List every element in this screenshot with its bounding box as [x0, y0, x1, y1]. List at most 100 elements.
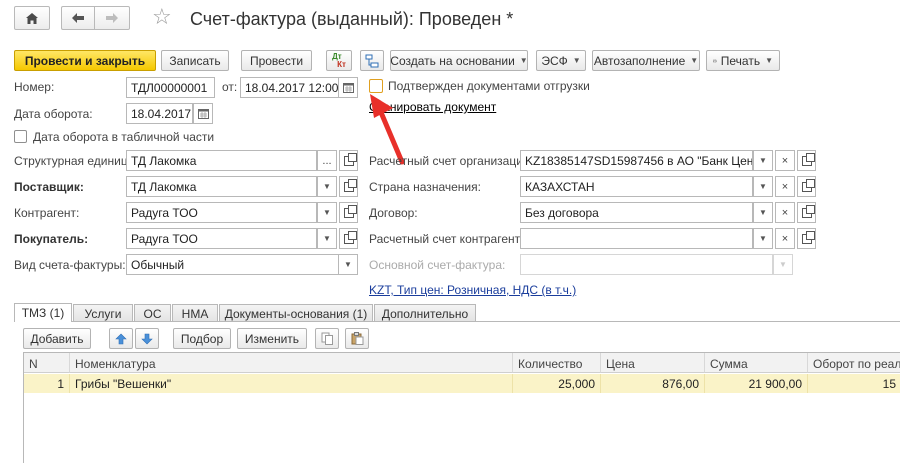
back-button[interactable]	[61, 6, 94, 30]
post-and-close-button[interactable]: Провести и закрыть	[14, 50, 156, 71]
country-open-button[interactable]	[797, 176, 816, 197]
structural-unit-open-button[interactable]	[339, 150, 358, 171]
row-number: 1	[24, 374, 70, 393]
move-down-button[interactable]	[135, 328, 159, 349]
copy-icon	[321, 332, 333, 345]
column-header-turnover[interactable]: Оборот по реализ	[808, 353, 900, 373]
open-icon	[343, 152, 357, 166]
invoice-type-label: Вид счета-фактуры:	[14, 258, 126, 272]
chevron-down-icon: ▼	[323, 182, 331, 191]
org-account-open-button[interactable]	[797, 150, 816, 171]
country-clear-button[interactable]: ×	[775, 176, 795, 197]
calendar-icon	[197, 108, 209, 119]
esf-button[interactable]: ЭСФ ▼	[536, 50, 586, 71]
confirmed-shipment-label: Подтвержден документами отгрузки	[388, 79, 590, 93]
country-label: Страна назначения:	[369, 180, 481, 194]
home-button[interactable]	[14, 6, 50, 30]
contract-dropdown-button[interactable]: ▼	[753, 202, 773, 223]
country-field[interactable]: КАЗАХСТАН	[520, 176, 753, 197]
structure-button[interactable]	[360, 50, 384, 71]
structural-unit-label: Структурная единица:	[14, 154, 138, 168]
arrow-down-icon	[141, 333, 153, 344]
arrow-right-icon	[106, 13, 118, 23]
invoice-type-dropdown-button[interactable]: ▼	[338, 254, 358, 275]
clear-icon: ×	[781, 232, 789, 245]
clear-icon: ×	[781, 206, 789, 219]
column-header-sum[interactable]: Сумма	[705, 353, 808, 373]
contract-field[interactable]: Без договора	[520, 202, 753, 223]
supplier-field[interactable]: ТД Лакомка	[126, 176, 317, 197]
chevron-down-icon: ▼	[759, 156, 767, 165]
org-account-field[interactable]: KZ18385147SD15987456 в АО "Банк ЦентрКре…	[520, 150, 753, 171]
dropdown-arrow-icon: ▼	[519, 56, 528, 65]
create-based-on-button[interactable]: Создать на основании ▼	[390, 50, 528, 71]
tab-fixed-assets[interactable]: ОС	[134, 304, 171, 322]
pick-button[interactable]: Подбор	[173, 328, 231, 349]
open-icon	[801, 204, 815, 218]
counterparty-dropdown-button[interactable]: ▼	[317, 202, 337, 223]
supplier-dropdown-button[interactable]: ▼	[317, 176, 337, 197]
counterparty-account-field[interactable]	[520, 228, 753, 249]
number-label: Номер:	[14, 80, 55, 94]
date-field[interactable]: 18.04.2017 12:00:0	[240, 77, 339, 98]
tab-additional[interactable]: Дополнительно	[374, 304, 476, 322]
contract-clear-button[interactable]: ×	[775, 202, 795, 223]
copy-row-button[interactable]	[315, 328, 339, 349]
buyer-field[interactable]: Радуга ТОО	[126, 228, 317, 249]
dt-kt-button[interactable]: Дт Кт	[326, 50, 352, 71]
org-account-clear-button[interactable]: ×	[775, 150, 795, 171]
main-invoice-dropdown-button: ▼	[773, 254, 793, 275]
column-header-qty[interactable]: Количество	[513, 353, 601, 373]
buyer-open-button[interactable]	[339, 228, 358, 249]
number-field[interactable]: ТДЛ00000001	[126, 77, 215, 98]
contract-open-button[interactable]	[797, 202, 816, 223]
printer-icon	[713, 58, 717, 63]
tab-tmz[interactable]: ТМЗ (1)	[14, 303, 72, 322]
tab-intangible-assets[interactable]: НМА	[172, 304, 218, 322]
save-button[interactable]: Записать	[161, 50, 229, 71]
paste-row-button[interactable]	[345, 328, 369, 349]
date-calendar-button[interactable]	[338, 77, 358, 98]
edit-button[interactable]: Изменить	[237, 328, 307, 349]
post-button[interactable]: Провести	[241, 50, 312, 71]
supplier-open-button[interactable]	[339, 176, 358, 197]
arrow-left-icon	[72, 13, 84, 23]
row-item: Грибы "Вешенки"	[70, 374, 513, 393]
print-button[interactable]: Печать ▼	[706, 50, 780, 71]
org-account-label: Расчетный счет организации:	[369, 154, 533, 168]
clear-icon: ×	[781, 154, 789, 167]
add-row-button[interactable]: Добавить	[23, 328, 91, 349]
chevron-down-icon: ▼	[759, 208, 767, 217]
counterparty-label: Контрагент:	[14, 206, 80, 220]
column-header-n[interactable]: N	[24, 353, 70, 373]
buyer-dropdown-button[interactable]: ▼	[317, 228, 337, 249]
structural-unit-field[interactable]: ТД Лакомка	[126, 150, 317, 171]
turnover-calendar-button[interactable]	[193, 103, 213, 124]
move-up-button[interactable]	[109, 328, 133, 349]
column-header-price[interactable]: Цена	[601, 353, 705, 373]
counterparty-account-open-button[interactable]	[797, 228, 816, 249]
counterparty-open-button[interactable]	[339, 202, 358, 223]
turnover-date-label: Дата оборота:	[14, 107, 93, 121]
counterparty-account-dropdown-button[interactable]: ▼	[753, 228, 773, 249]
invoice-type-field[interactable]: Обычный	[126, 254, 339, 275]
arrow-up-icon	[115, 333, 127, 344]
turnover-in-table-checkbox[interactable]	[14, 130, 27, 143]
open-icon	[801, 152, 815, 166]
autofill-button[interactable]: Автозаполнение ▼	[592, 50, 700, 71]
column-header-item[interactable]: Номенклатура	[70, 353, 513, 373]
counterparty-field[interactable]: Радуга ТОО	[126, 202, 317, 223]
price-type-link[interactable]: KZT, Тип цен: Розничная, НДС (в т.ч.)	[369, 283, 576, 297]
dropdown-arrow-icon: ▼	[572, 56, 581, 65]
org-account-dropdown-button[interactable]: ▼	[753, 150, 773, 171]
structural-unit-select-button[interactable]: ...	[317, 150, 337, 171]
row-qty: 25,000	[513, 374, 601, 393]
tab-base-documents[interactable]: Документы-основания (1)	[219, 304, 373, 322]
tab-services[interactable]: Услуги	[73, 304, 133, 322]
favorite-star-icon[interactable]: ☆	[152, 6, 172, 28]
counterparty-account-clear-button[interactable]: ×	[775, 228, 795, 249]
forward-button[interactable]	[94, 6, 130, 30]
chevron-down-icon: ▼	[323, 208, 331, 217]
turnover-date-field[interactable]: 18.04.2017	[126, 103, 193, 124]
country-dropdown-button[interactable]: ▼	[753, 176, 773, 197]
